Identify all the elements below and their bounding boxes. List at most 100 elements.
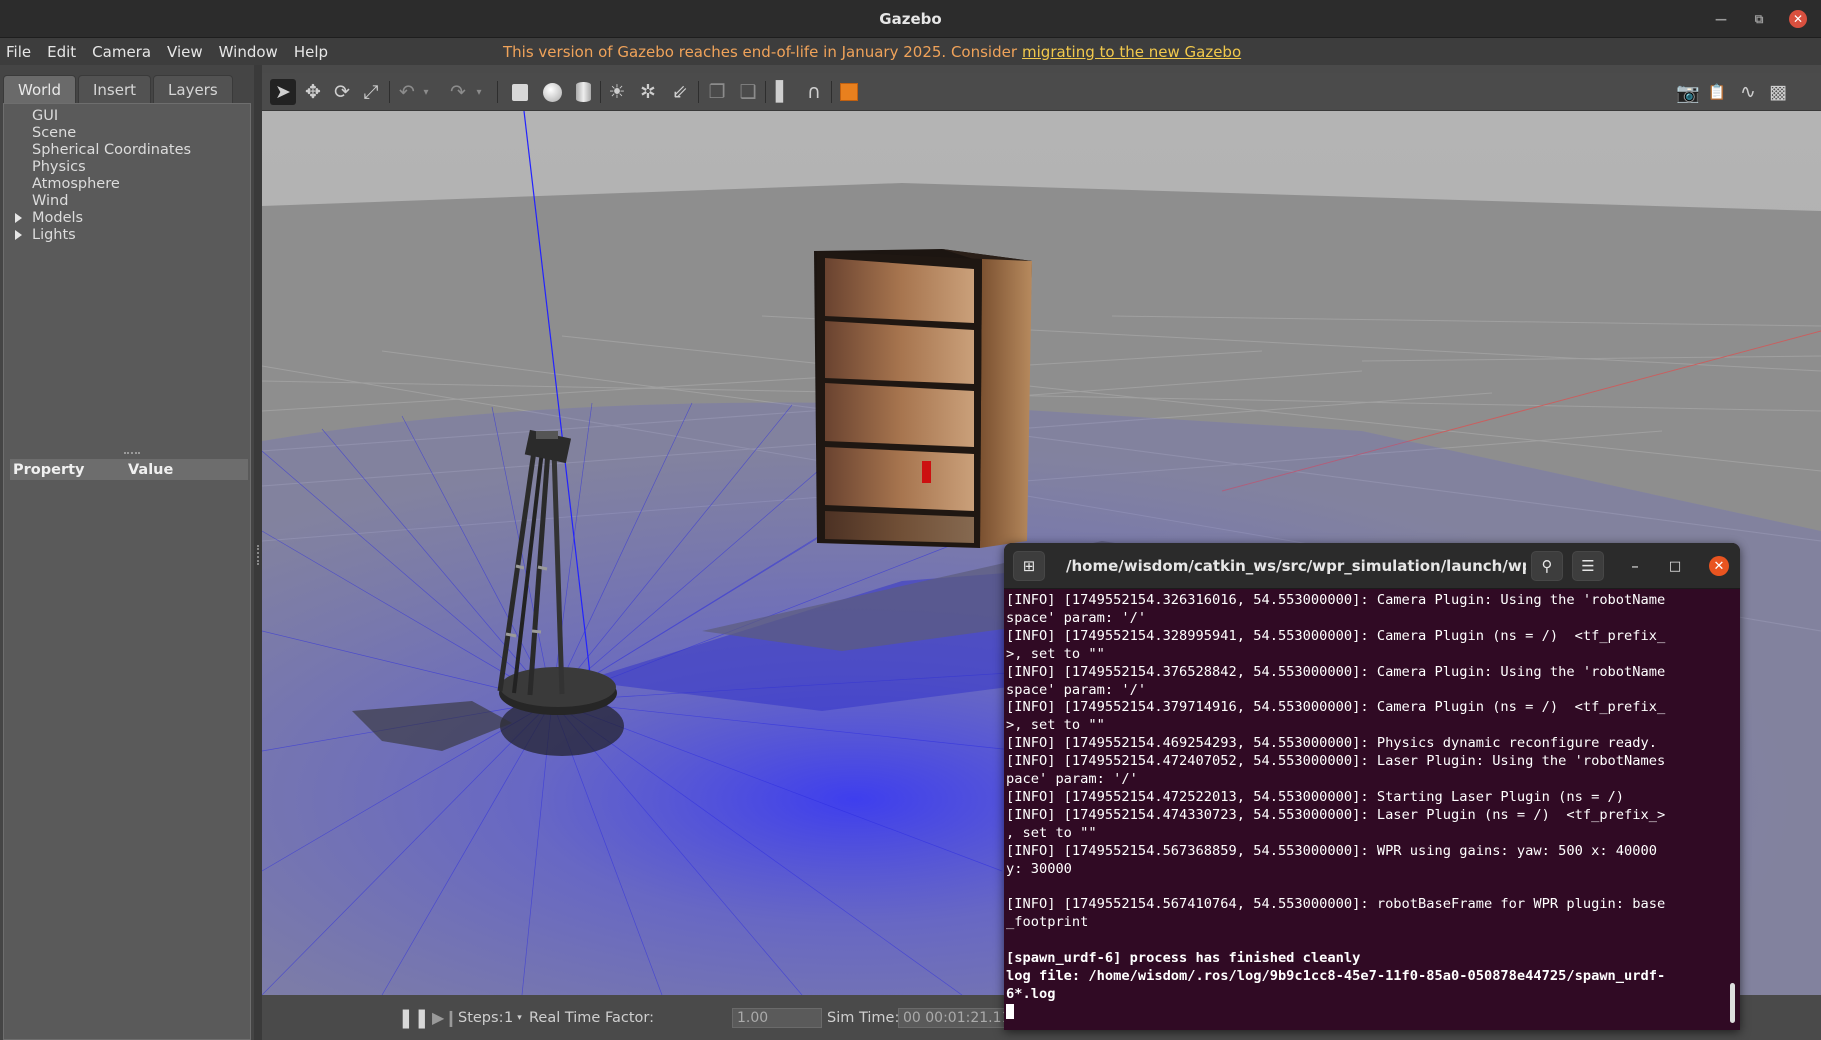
undo-icon[interactable]: ↶ — [394, 79, 420, 105]
terminal-line: _footprint — [1006, 914, 1089, 931]
expand-arrow-icon[interactable] — [15, 213, 22, 223]
menu-edit[interactable]: Edit — [39, 43, 84, 61]
menu-help[interactable]: Help — [286, 43, 336, 61]
toolbar-separator — [698, 81, 699, 103]
terminal-line: >, set to "" — [1006, 717, 1105, 734]
tree-item-lights[interactable]: Lights — [15, 227, 191, 244]
gazebo-window: Gazebo — ⧉ ✕ File Edit Camera View Windo… — [0, 0, 1821, 1040]
toolbar-separator — [600, 81, 601, 103]
sim-time-field: 00 00:01:21.114 — [898, 1007, 1008, 1028]
terminal-line: [INFO] [1749552154.474330723, 54.5530000… — [1006, 806, 1666, 823]
sim-time-label: Sim Time: — [827, 1009, 900, 1026]
property-column-header: Property — [13, 461, 85, 478]
tree-item-models[interactable]: Models — [15, 210, 191, 227]
window-controls: — ⧉ ✕ — [1713, 0, 1807, 38]
terminal-scrollbar[interactable] — [1730, 983, 1735, 1023]
view-angle-icon[interactable] — [836, 79, 862, 105]
panel-splitter-handle[interactable] — [124, 452, 140, 454]
directional-light-icon[interactable]: ⇙ — [667, 79, 693, 105]
terminal-cursor — [1006, 1003, 1014, 1019]
screenshot-icon[interactable]: 📷 — [1675, 79, 1701, 105]
tab-layers[interactable]: Layers — [153, 75, 233, 103]
terminal-line: y: 30000 — [1006, 860, 1072, 877]
expand-arrow-icon[interactable] — [15, 230, 22, 240]
terminal-line: >, set to "" — [1006, 645, 1105, 662]
menu-file[interactable]: File — [0, 43, 39, 61]
tree-item-wind[interactable]: Wind — [32, 193, 191, 210]
tab-insert[interactable]: Insert — [78, 75, 152, 103]
toolbar-separator — [389, 81, 390, 103]
translate-icon[interactable]: ✥ — [300, 79, 326, 105]
paste-icon[interactable]: ❑ — [735, 79, 761, 105]
redo-history-icon[interactable]: ▾ — [472, 79, 486, 105]
terminal-line: [INFO] [1749552154.567410764, 54.5530000… — [1006, 896, 1666, 913]
step-forward-button[interactable]: ▶❙ — [432, 995, 458, 1040]
terminal-line: 6*.log — [1006, 985, 1056, 1002]
new-tab-button[interactable]: ⊞ — [1013, 551, 1045, 581]
tree-item-atmosphere[interactable]: Atmosphere — [32, 176, 191, 193]
left-panel-resize-handle[interactable] — [254, 65, 262, 1040]
terminal-line: [INFO] [1749552154.469254293, 54.5530000… — [1006, 735, 1658, 752]
record-video-icon[interactable]: ▩ — [1765, 79, 1791, 105]
terminal-line: space' param: '/' — [1006, 609, 1147, 626]
toolbar-separator — [765, 81, 766, 103]
menu-view[interactable]: View — [159, 43, 211, 61]
chevron-down-icon: ▾ — [517, 1012, 522, 1023]
toolbar-separator — [831, 81, 832, 103]
window-title: Gazebo — [879, 9, 942, 28]
spot-light-icon[interactable]: ✲ — [635, 79, 661, 105]
box-icon[interactable] — [507, 79, 533, 105]
rotate-icon[interactable]: ⟳ — [329, 79, 355, 105]
align-icon[interactable]: ▌ — [770, 79, 796, 105]
sphere-icon[interactable] — [539, 79, 565, 105]
terminal-header: ⊞ /home/wisdom/catkin_ws/src/wpr_simulat… — [1004, 543, 1740, 589]
grip-dots — [257, 545, 259, 565]
terminal-output[interactable]: [INFO] [1749552154.326316016, 54.5530000… — [1006, 592, 1726, 1030]
tree-item-physics[interactable]: Physics — [32, 159, 191, 176]
tab-world[interactable]: World — [3, 75, 76, 103]
redo-icon[interactable]: ↷ — [445, 79, 471, 105]
terminal-close-button[interactable]: ✕ — [1709, 556, 1729, 576]
steps-label: Steps: — [458, 1009, 504, 1026]
minimize-button[interactable]: — — [1713, 11, 1729, 27]
terminal-line: [INFO] [1749552154.326316016, 54.5530000… — [1006, 592, 1666, 608]
cylinder-icon[interactable] — [570, 79, 596, 105]
menu-window[interactable]: Window — [211, 43, 286, 61]
world-tree: GUI Scene Spherical Coordinates Physics … — [15, 108, 191, 244]
tree-item-lights-label: Lights — [32, 227, 76, 243]
tree-item-spherical-coordinates[interactable]: Spherical Coordinates — [32, 142, 191, 159]
terminal-window: ⊞ /home/wisdom/catkin_ws/src/wpr_simulat… — [1004, 543, 1740, 1030]
scale-icon[interactable]: ⤢ — [358, 79, 384, 105]
world-tree-panel: GUI Scene Spherical Coordinates Physics … — [3, 103, 251, 1040]
plot-icon[interactable]: ∿ — [1735, 79, 1761, 105]
log-icon[interactable]: 📋 — [1704, 79, 1730, 105]
steps-selector[interactable]: 1 ▾ — [504, 995, 522, 1040]
window-titlebar: Gazebo — ⧉ ✕ — [0, 0, 1821, 38]
close-button[interactable]: ✕ — [1789, 10, 1807, 28]
menu-bar: File Edit Camera View Window Help This v… — [0, 38, 1821, 65]
menu-camera[interactable]: Camera — [84, 43, 159, 61]
real-time-factor-field: 1.00 — [732, 1007, 822, 1028]
tree-item-models-label: Models — [32, 210, 84, 226]
terminal-minimize-button[interactable]: – — [1619, 551, 1651, 581]
pause-button[interactable]: ❚❚ — [398, 995, 430, 1040]
eol-notice-text: This version of Gazebo reaches end-of-li… — [503, 42, 1018, 61]
undo-history-icon[interactable]: ▾ — [419, 79, 433, 105]
terminal-line: log file: /home/wisdom/.ros/log/9b9c1cc8… — [1006, 968, 1666, 985]
toolbar-separator — [497, 81, 498, 103]
terminal-line: [INFO] [1749552154.328995941, 54.5530000… — [1006, 627, 1666, 644]
maximize-button[interactable]: ⧉ — [1751, 11, 1767, 27]
point-light-icon[interactable]: ☀ — [604, 79, 630, 105]
tree-item-gui[interactable]: GUI — [32, 108, 191, 125]
terminal-maximize-button[interactable]: □ — [1659, 551, 1691, 581]
select-arrow-icon[interactable]: ➤ — [270, 79, 296, 105]
search-button[interactable]: ⚲ — [1531, 551, 1563, 581]
terminal-cursor-line — [1006, 1003, 1726, 1023]
tree-item-scene[interactable]: Scene — [32, 125, 191, 142]
eol-migrate-link[interactable]: migrating to the new Gazebo — [1022, 43, 1241, 61]
left-panel-tabs: World Insert Layers — [3, 75, 233, 103]
terminal-line: [INFO] [1749552154.379714916, 54.5530000… — [1006, 699, 1666, 716]
snap-icon[interactable]: ∩ — [801, 79, 827, 105]
copy-icon[interactable]: ❐ — [704, 79, 730, 105]
hamburger-menu-button[interactable]: ☰ — [1572, 551, 1604, 581]
